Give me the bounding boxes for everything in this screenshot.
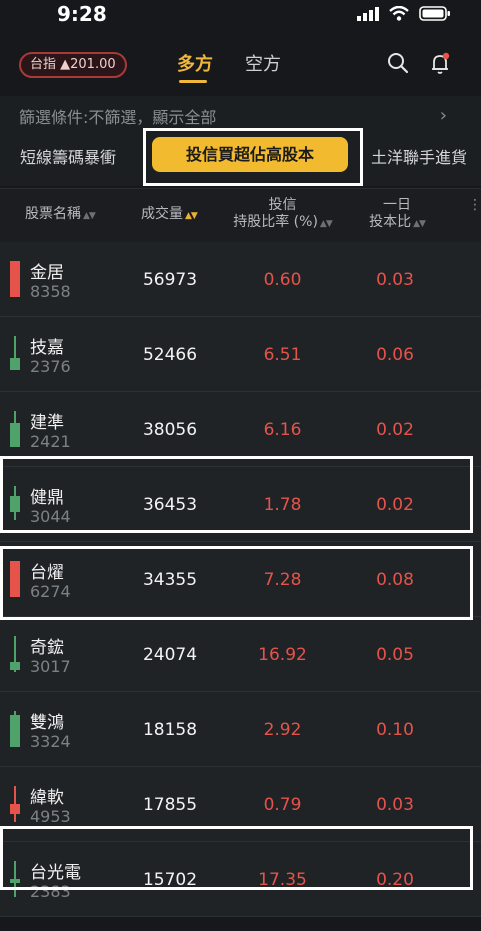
stock-code: 3324 — [30, 732, 71, 751]
stock-name: 奇鋐 — [30, 638, 64, 658]
strategy-short-term[interactable]: 短線籌碼暴衝 — [20, 144, 116, 168]
col-volume-header[interactable]: 成交量 ▲▼ — [141, 206, 198, 225]
tab-indicator — [179, 80, 207, 83]
day-ratio-value: 0.06 — [376, 345, 414, 365]
sort-icon: ▲▼ — [413, 219, 426, 229]
candlestick-icon — [10, 261, 20, 299]
stock-name: 建準 — [30, 413, 64, 433]
day-ratio-value: 0.02 — [376, 420, 414, 440]
volume-value: 24074 — [142, 645, 198, 665]
filter-text: 篩選條件:不篩選，顯示全部 — [19, 108, 217, 127]
stock-code: 8358 — [30, 282, 71, 301]
table-row[interactable]: 金居 8358 56973 0.60 0.03 — [0, 242, 481, 317]
highlight-box — [0, 826, 473, 890]
status-bar: 9:28 — [0, 0, 481, 32]
chevron-right-icon: › — [439, 105, 447, 126]
candle-body — [10, 715, 20, 747]
candle-body — [10, 804, 20, 814]
volume-value: 56973 — [142, 270, 198, 290]
strategy-joint-buy[interactable]: 土洋聯手進貨 — [371, 144, 467, 168]
volume-value: 52466 — [142, 345, 198, 365]
candle-body — [10, 662, 20, 670]
sort-icon: ▲▼ — [83, 211, 96, 221]
holding-ratio-value: 0.79 — [263, 795, 302, 815]
stock-name: 雙鴻 — [30, 713, 64, 733]
table-row[interactable]: 技嘉 2376 52466 6.51 0.06 — [0, 317, 481, 392]
holding-ratio-value: 16.92 — [258, 645, 307, 665]
table-header: 股票名稱 ▲▼ 成交量 ▲▼ 投信 持股比率 (%) ▲▼ 一日 投本比 ▲▼ ⋮ — [0, 188, 481, 242]
col-more-header: ⋮ — [468, 197, 481, 213]
holding-ratio-value: 6.16 — [263, 420, 302, 440]
col-day-header[interactable]: 一日 投本比 ▲▼ — [362, 197, 432, 233]
candle-body — [10, 261, 20, 297]
battery-icon — [419, 6, 450, 21]
col-ratio-line2: 持股比率 (%) — [233, 214, 318, 230]
status-time: 9:28 — [57, 2, 107, 26]
stock-code: 2376 — [30, 357, 71, 376]
strategy-active-button[interactable]: 投信買超佔高股本 — [152, 137, 348, 172]
stock-code: 4953 — [30, 807, 71, 826]
stock-name: 緯軟 — [30, 788, 64, 808]
day-ratio-value: 0.05 — [376, 645, 414, 665]
candlestick-icon — [10, 411, 20, 449]
table-row[interactable]: 奇鋐 3017 24074 16.92 0.05 — [0, 617, 481, 692]
volume-value: 18158 — [142, 720, 198, 740]
volume-value: 38056 — [142, 420, 198, 440]
day-ratio-value: 0.03 — [376, 270, 414, 290]
day-ratio-value: 0.03 — [376, 795, 414, 815]
index-pill[interactable]: 台指 ▲201.00 — [19, 52, 127, 78]
wifi-icon — [389, 6, 409, 21]
col-name-header[interactable]: 股票名稱 ▲▼ — [25, 206, 96, 225]
col-ratio-line1: 投信 — [268, 197, 297, 213]
stock-code: 3017 — [30, 657, 71, 676]
tab-short[interactable]: 空方 — [245, 50, 281, 76]
stock-name: 金居 — [30, 263, 64, 283]
candlestick-icon — [10, 786, 20, 824]
day-ratio-value: 0.10 — [376, 720, 414, 740]
candle-body — [10, 423, 20, 447]
bell-icon[interactable] — [430, 52, 452, 76]
col-volume-label: 成交量 — [141, 206, 183, 222]
candlestick-icon — [10, 636, 20, 674]
table-row[interactable]: 雙鴻 3324 18158 2.92 0.10 — [0, 692, 481, 767]
candle-body — [10, 358, 20, 370]
highlight-box — [0, 546, 473, 620]
col-day-line1: 一日 — [383, 197, 411, 213]
strategy-row: 短線籌碼暴衝 投信買超佔高股本 土洋聯手進貨 — [0, 128, 481, 186]
signal-icon — [357, 6, 379, 21]
search-icon[interactable] — [387, 52, 409, 74]
stock-name: 技嘉 — [30, 338, 64, 358]
candlestick-icon — [10, 711, 20, 749]
col-name-label: 股票名稱 — [25, 206, 81, 222]
holding-ratio-value: 6.51 — [263, 345, 302, 365]
volume-value: 17855 — [142, 795, 198, 815]
top-bar: 台指 ▲201.00 多方 空方 — [0, 32, 481, 92]
holding-ratio-value: 2.92 — [263, 720, 302, 740]
tab-long[interactable]: 多方 — [177, 50, 213, 76]
candlestick-icon — [10, 336, 20, 374]
highlight-box — [0, 456, 473, 533]
stock-code: 2421 — [30, 432, 71, 451]
status-icons — [357, 6, 451, 21]
col-ratio-header[interactable]: 投信 持股比率 (%) ▲▼ — [230, 197, 335, 233]
col-day-line2: 投本比 — [369, 214, 412, 230]
sort-active-icon: ▲▼ — [185, 211, 198, 221]
holding-ratio-value: 0.60 — [263, 270, 302, 290]
sort-icon: ▲▼ — [319, 219, 333, 229]
